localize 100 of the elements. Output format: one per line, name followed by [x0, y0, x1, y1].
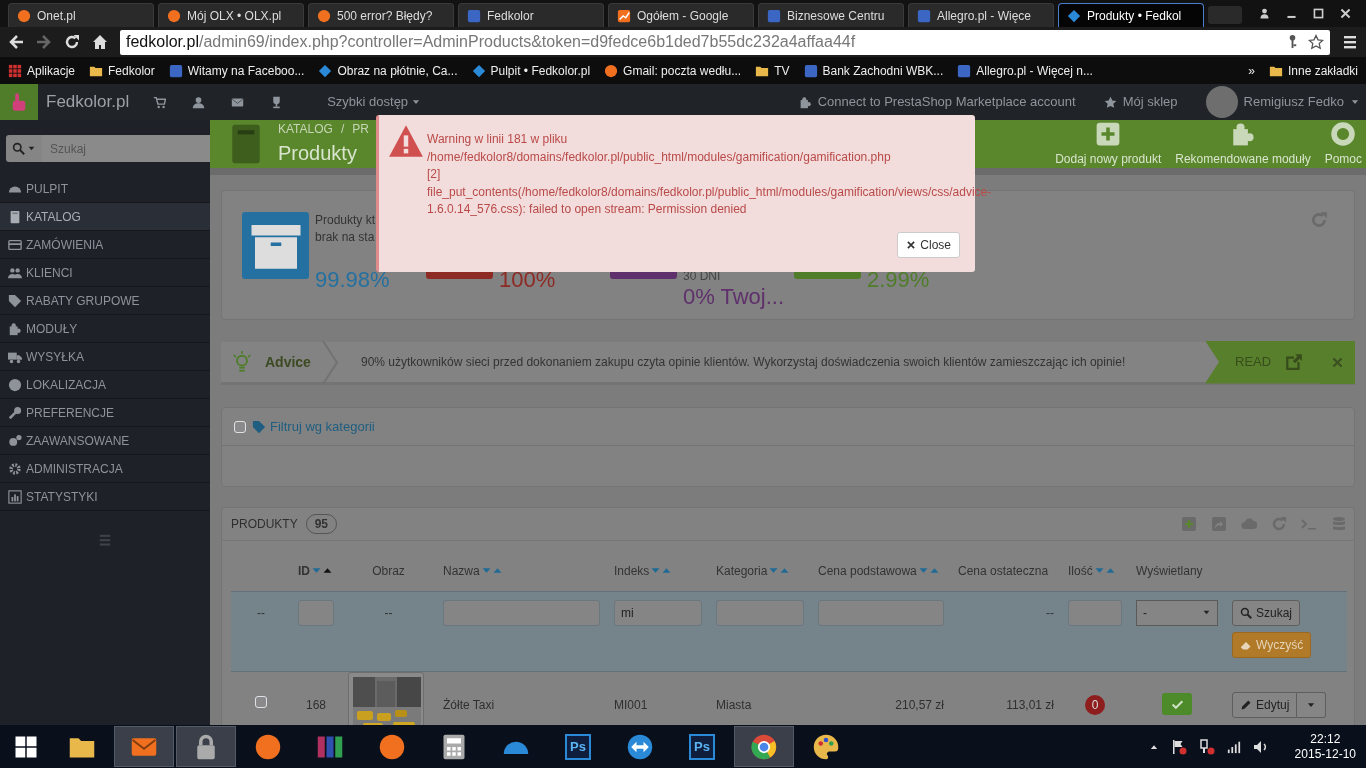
column-header[interactable]: Cena podstawowa	[818, 561, 917, 580]
star-icon[interactable]	[1308, 34, 1324, 50]
column-header[interactable]: ID	[298, 561, 310, 580]
browser-tab[interactable]: Onet.pl	[8, 3, 154, 27]
home-icon[interactable]	[92, 34, 108, 50]
filter-checkbox[interactable]	[234, 420, 246, 433]
taskbar-button[interactable]: Ps	[672, 726, 732, 767]
bookmark[interactable]: Aplikacje	[8, 61, 76, 80]
column-header[interactable]: Obraz	[372, 561, 405, 580]
sidebar-item[interactable]: PREFERENCJE	[0, 399, 210, 427]
diamond-icon	[471, 63, 486, 78]
breadcrumb-item[interactable]: PR	[352, 120, 369, 138]
menu-icon[interactable]	[1342, 34, 1358, 50]
search-scope-button[interactable]	[6, 135, 42, 162]
arrow-right-icon[interactable]	[36, 34, 52, 50]
toolbar-button[interactable]: Dodaj nowy produkt	[1055, 120, 1162, 168]
arrow-left-icon[interactable]	[8, 34, 24, 50]
browser-tab[interactable]: Fedkolor	[458, 3, 604, 27]
dropdown-toggle-button[interactable]	[1297, 691, 1327, 718]
sidebar-item[interactable]: STATYSTYKI	[0, 483, 210, 511]
bookmark[interactable]: TV	[755, 61, 790, 80]
user-icon[interactable]	[192, 95, 206, 109]
sort-up-icon[interactable]	[323, 566, 332, 576]
person-icon[interactable]	[1258, 7, 1271, 20]
clock-date[interactable]: 2015-12-10	[1294, 746, 1356, 762]
puzzle-icon	[8, 321, 22, 336]
toolbar-button[interactable]: Rekomendowane moduły	[1175, 120, 1311, 168]
sidebar-item[interactable]: KLIENCI	[0, 259, 210, 287]
app-label: Ps	[689, 733, 715, 760]
browser-tab[interactable]: 500 error? Błędy?	[308, 3, 454, 27]
sidebar-item[interactable]: ZAMÓWIENIA	[0, 231, 210, 259]
browser-tab[interactable]: Biznesowe Centru	[758, 3, 904, 27]
signal-icon[interactable]	[1226, 739, 1241, 754]
filter-field[interactable]	[443, 599, 600, 626]
column-header[interactable]: Indeks	[614, 561, 650, 580]
panel-title: PRODUKTY	[231, 516, 298, 533]
bookmark[interactable]: Obraz na płótnie, Ca...	[318, 61, 458, 80]
filter-field[interactable]	[1068, 599, 1122, 626]
shop-name[interactable]: Fedkolor.pl	[46, 89, 130, 115]
caret-icon	[27, 144, 36, 153]
bookmark[interactable]: Gmail: poczta wedłu...	[604, 61, 742, 80]
marketplace-link[interactable]: Connect to PrestaShop Marketplace account	[817, 92, 1076, 112]
sidebar-item[interactable]: MODUŁY	[0, 315, 210, 343]
tag-icon	[252, 419, 266, 434]
filter-field[interactable]	[298, 599, 334, 626]
taskbar-button[interactable]: Ps	[548, 726, 608, 767]
edit-button[interactable]: Edytuj	[1232, 691, 1298, 718]
row-checkbox[interactable]	[255, 695, 267, 708]
my-shop-link[interactable]: Mój sklep	[1122, 92, 1178, 112]
page-title: Produkty	[278, 141, 358, 166]
clock-time[interactable]: 22:12	[1310, 731, 1341, 747]
user-name[interactable]: Remigiusz Fedko	[1243, 92, 1344, 112]
breadcrumb-item[interactable]: KATALOG	[278, 120, 333, 138]
bookmark[interactable]: Bank Zachodni WBK...	[803, 61, 944, 80]
bookmark[interactable]: Fedkolor	[89, 61, 155, 80]
pencil-icon	[1240, 698, 1252, 711]
search-button[interactable]: Szukaj	[1232, 599, 1301, 626]
sidebar-item[interactable]: WYSYŁKA	[0, 343, 210, 371]
maximize-icon[interactable]	[1312, 7, 1325, 20]
breadcrumb-item[interactable]: /	[340, 120, 345, 138]
close-button[interactable]: Close	[897, 232, 960, 258]
column-header[interactable]: Nazwa	[443, 561, 480, 580]
logo-tile[interactable]	[0, 84, 38, 120]
avatar[interactable]	[1205, 86, 1238, 118]
column-header[interactable]: Kategoria	[716, 561, 768, 580]
bookmark[interactable]: Witamy na Faceboo...	[168, 61, 305, 80]
gears-icon	[8, 433, 22, 448]
sidebar-item[interactable]: ADMINISTRACJA	[0, 455, 210, 483]
reload-icon[interactable]	[64, 34, 80, 50]
filter-field[interactable]	[818, 599, 944, 626]
quick-access-menu[interactable]: Szybki dostęp	[327, 92, 422, 112]
sidebar-item[interactable]: KATALOG	[0, 203, 210, 231]
bulb-icon	[231, 351, 253, 373]
taskbar-button[interactable]	[734, 726, 794, 767]
column-header[interactable]: Cena ostateczna	[958, 561, 1049, 580]
cart-icon[interactable]	[153, 95, 167, 109]
network-icon[interactable]	[1198, 738, 1215, 755]
browser-tab[interactable]: Produkty • Fedkol	[1058, 3, 1204, 27]
column-header[interactable]: Ilość	[1068, 561, 1093, 580]
bookmark[interactable]: Allegro.pl - Więcej n...	[957, 61, 1093, 80]
sidebar-item[interactable]: ZAAWANSOWANE	[0, 427, 210, 455]
status-toggle[interactable]	[1162, 693, 1192, 716]
column-header[interactable]: Wyświetlany	[1136, 561, 1203, 580]
square-icon	[467, 8, 481, 23]
bookmark[interactable]: Pulpit • Fedkolor.pl	[471, 61, 591, 80]
filter-select[interactable]: -	[1136, 599, 1218, 626]
browser-tab[interactable]: Ogółem - Google	[608, 3, 754, 27]
filter-field[interactable]	[716, 599, 804, 626]
envelope-icon[interactable]	[231, 95, 245, 109]
flag-icon[interactable]	[1170, 738, 1187, 755]
filter-field[interactable]: mi	[614, 599, 702, 626]
browser-tab[interactable]: Mój OLX • OLX.pl	[158, 3, 304, 27]
bookmark-folder[interactable]: Inne zakładki	[1268, 61, 1358, 80]
browser-tab[interactable]: Allegro.pl - Więce	[908, 3, 1054, 27]
square-icon	[767, 8, 781, 23]
toolbar-button[interactable]: Pomoc	[1324, 120, 1362, 168]
palette-icon	[812, 732, 840, 761]
more-bookmarks-button[interactable]: »	[1248, 61, 1255, 80]
sidebar-item[interactable]: RABATY GRUPOWE	[0, 287, 210, 315]
sidebar-item[interactable]: LOKALIZACJA	[0, 371, 210, 399]
